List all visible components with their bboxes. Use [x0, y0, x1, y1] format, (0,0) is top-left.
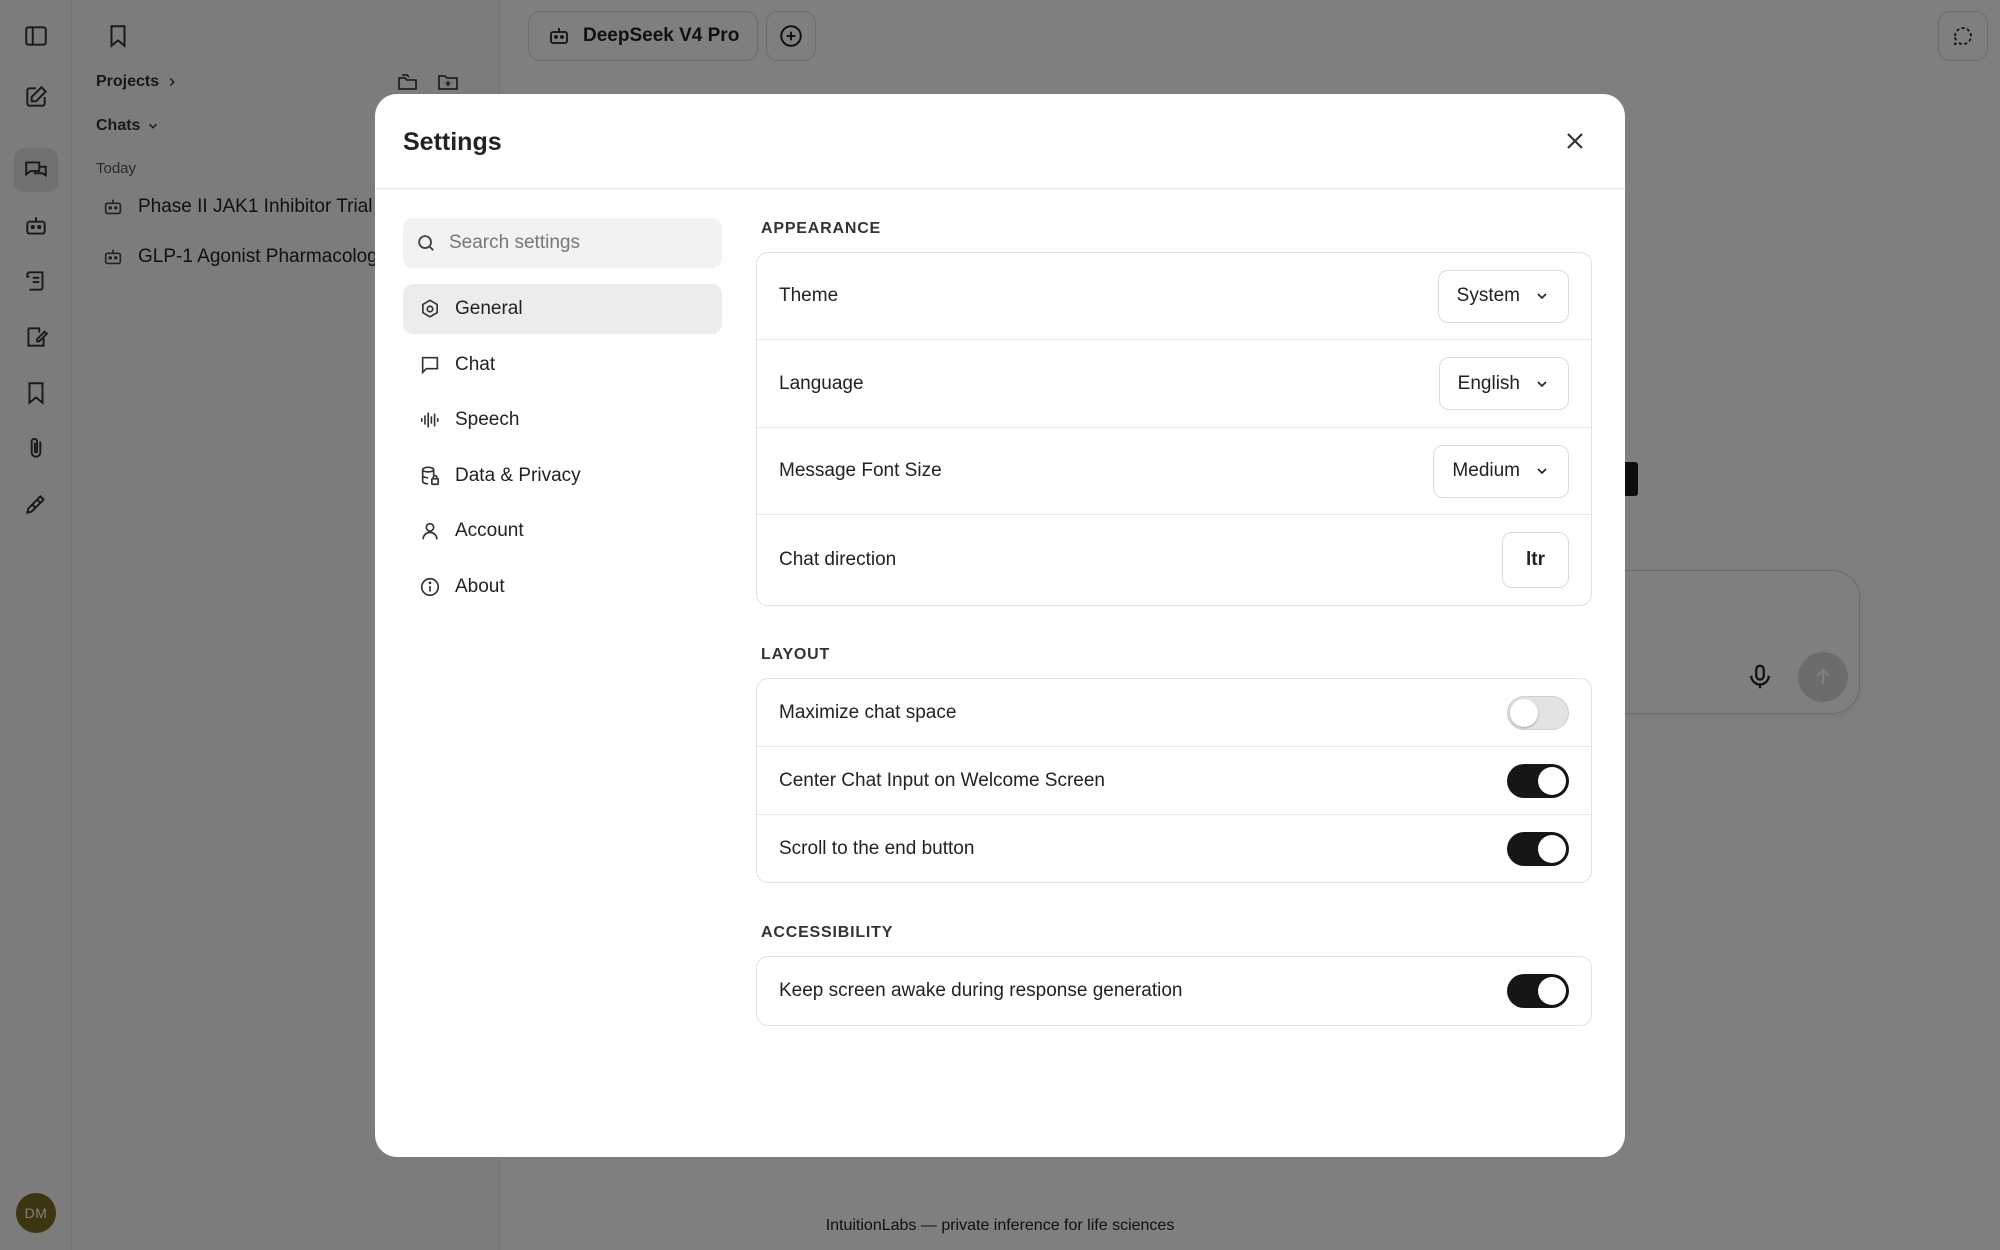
layout-row: Scroll to the end button: [757, 815, 1591, 882]
setting-label: Maximize chat space: [779, 701, 957, 723]
chevron-down-icon: [1537, 468, 1547, 475]
layout-row: Maximize chat space: [757, 679, 1591, 747]
toggle-knob: [1538, 977, 1566, 1005]
layout-row: Center Chat Input on Welcome Screen: [757, 747, 1591, 815]
center-chat-input-toggle[interactable]: [1507, 763, 1569, 798]
accessibility-card: Keep screen awake during response genera…: [756, 956, 1592, 1026]
tab-label: Chat: [455, 353, 496, 375]
tab-general[interactable]: General: [403, 284, 722, 334]
accessibility-row: Keep screen awake during response genera…: [757, 957, 1591, 1025]
tab-about[interactable]: About: [403, 562, 722, 612]
chevron-down-icon: [1537, 380, 1547, 387]
font-size-label: Message Font Size: [779, 460, 942, 481]
chevron-down-icon: [1537, 293, 1547, 300]
theme-label: Theme: [779, 285, 839, 306]
modal-title: Settings: [403, 128, 502, 156]
search-icon: [418, 235, 434, 251]
chat-bubble-icon: [421, 356, 439, 374]
tab-label: About: [455, 575, 505, 597]
theme-select[interactable]: System: [1437, 269, 1569, 323]
database-lock-icon: [421, 465, 440, 485]
language-label: Language: [779, 372, 864, 394]
settings-modal: Settings General Chat Speech Data & Priv…: [375, 94, 1625, 1157]
tab-speech[interactable]: Speech: [403, 395, 722, 445]
tab-data-privacy[interactable]: Data & Privacy: [403, 451, 722, 501]
toggle-knob: [1538, 766, 1566, 795]
chat-direction-label: Chat direction: [779, 549, 897, 570]
layout-section-label: LAYOUT: [761, 646, 831, 663]
tab-chat[interactable]: Chat: [403, 340, 722, 390]
toggle-knob: [1538, 834, 1566, 863]
layout-card: Maximize chat space Center Chat Input on…: [756, 678, 1592, 883]
font-size-select[interactable]: Medium: [1433, 444, 1569, 498]
setting-label: Scroll to the end button: [779, 837, 975, 859]
setting-label: Center Chat Input on Welcome Screen: [779, 769, 1105, 791]
accessibility-section-label: ACCESSIBILITY: [761, 924, 894, 941]
language-select[interactable]: English: [1438, 357, 1569, 410]
chat-direction-button[interactable]: ltr: [1502, 532, 1569, 588]
tab-label: Speech: [455, 409, 520, 430]
theme-value: System: [1456, 285, 1520, 306]
gear-icon: [422, 299, 438, 318]
close-icon: [1567, 133, 1583, 149]
waveform-icon: [420, 412, 439, 428]
language-row: Language English: [757, 340, 1591, 428]
settings-search: [403, 218, 722, 268]
keep-screen-awake-toggle[interactable]: [1507, 974, 1569, 1008]
close-button[interactable]: [1559, 125, 1591, 157]
search-input[interactable]: [449, 232, 709, 254]
language-value: English: [1457, 372, 1520, 394]
font-size-value: Medium: [1452, 460, 1520, 481]
chat-direction-row: Chat direction ltr: [757, 515, 1591, 605]
appearance-card: Theme System Language English Message Fo…: [756, 252, 1592, 606]
setting-label: Keep screen awake during response genera…: [779, 980, 1183, 1001]
info-icon: [420, 577, 440, 596]
maximize-chat-space-toggle[interactable]: [1507, 695, 1569, 730]
scroll-to-end-toggle[interactable]: [1507, 831, 1569, 866]
tab-account[interactable]: Account: [403, 506, 722, 556]
tab-label: General: [455, 298, 523, 319]
settings-nav: General Chat Speech Data & Privacy Accou…: [403, 284, 722, 617]
modal-header: Settings: [375, 94, 1625, 189]
appearance-section-label: APPEARANCE: [761, 220, 882, 237]
theme-row: Theme System: [757, 253, 1591, 340]
user-icon: [422, 522, 438, 540]
font-size-row: Message Font Size Medium: [757, 428, 1591, 515]
tab-label: Account: [455, 520, 524, 541]
toggle-knob: [1510, 698, 1538, 727]
tab-label: Data & Privacy: [455, 464, 581, 486]
